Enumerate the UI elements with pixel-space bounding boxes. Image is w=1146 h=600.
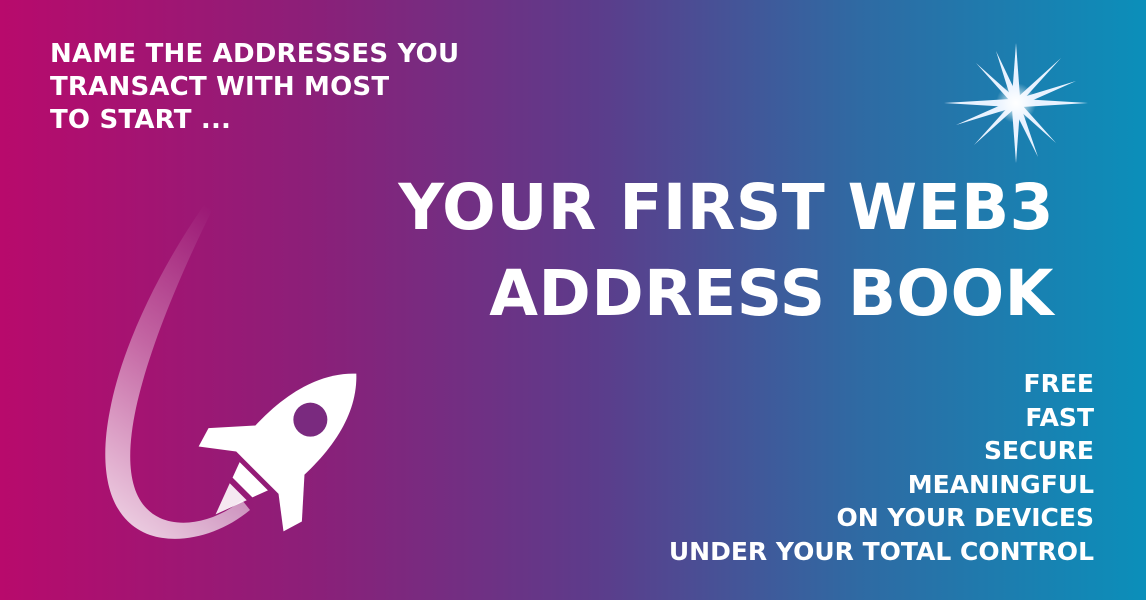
intro-line: TO START ... xyxy=(50,105,232,135)
intro-text: NAME THE ADDRESSES YOU TRANSACT WITH MOS… xyxy=(50,38,459,137)
feature-list: FREE FAST SECURE MEANINGFUL ON YOUR DEVI… xyxy=(669,367,1094,568)
feature-item: ON YOUR DEVICES xyxy=(836,503,1094,532)
intro-line: TRANSACT WITH MOST xyxy=(50,72,390,102)
headline: YOUR FIRST WEB3 ADDRESS BOOK xyxy=(398,165,1054,337)
intro-line: NAME THE ADDRESSES YOU xyxy=(50,39,460,69)
feature-item: FREE xyxy=(1023,369,1094,398)
feature-item: FAST xyxy=(1025,402,1094,432)
feature-item: MEANINGFUL xyxy=(907,469,1094,499)
sparkle-star-icon xyxy=(944,43,1088,163)
feature-item: UNDER YOUR TOTAL CONTROL xyxy=(668,536,1094,566)
headline-line: ADDRESS BOOK xyxy=(489,257,1054,330)
promo-banner: NAME THE ADDRESSES YOU TRANSACT WITH MOS… xyxy=(0,0,1146,600)
feature-item: SECURE xyxy=(983,436,1094,465)
rocket-icon xyxy=(105,160,357,539)
headline-line: YOUR FIRST WEB3 xyxy=(398,171,1054,244)
